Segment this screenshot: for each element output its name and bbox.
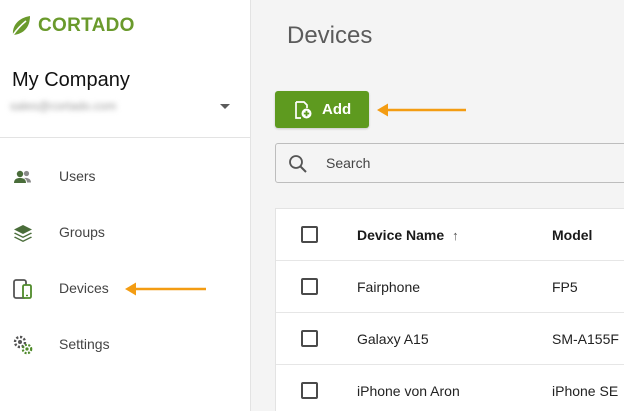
- main-content: Devices Add Device Name ↑ Model: [251, 0, 624, 411]
- logo[interactable]: CORTADO: [10, 10, 135, 42]
- devices-table: Device Name ↑ Model Fairphone FP5 Galaxy…: [275, 208, 624, 411]
- table-row[interactable]: Fairphone FP5: [276, 261, 624, 313]
- sidebar-item-groups[interactable]: Groups: [0, 212, 251, 252]
- select-all-checkbox[interactable]: [301, 226, 318, 243]
- sidebar: CORTADO My Company sales@cortado.com Use…: [0, 0, 251, 411]
- add-device-button[interactable]: Add: [275, 91, 369, 128]
- sidebar-item-label: Groups: [59, 224, 105, 240]
- row-checkbox[interactable]: [301, 278, 318, 295]
- row-checkbox[interactable]: [301, 330, 318, 347]
- annotation-arrow-left-icon: [125, 282, 206, 296]
- chevron-down-icon[interactable]: [220, 103, 230, 109]
- model-cell: FP5: [552, 279, 578, 295]
- model-cell: SM-A155F: [552, 331, 619, 347]
- table-row[interactable]: iPhone von Aron iPhone SE: [276, 365, 624, 411]
- devices-icon: [12, 278, 34, 300]
- row-checkbox[interactable]: [301, 382, 318, 399]
- column-header-label: Device Name: [357, 227, 445, 243]
- table-row[interactable]: Galaxy A15 SM-A155F: [276, 313, 624, 365]
- sidebar-item-label: Settings: [59, 336, 110, 352]
- sidebar-item-label: Users: [59, 168, 96, 184]
- search-icon: [289, 155, 307, 173]
- account-switcher[interactable]: sales@cortado.com: [10, 96, 232, 116]
- sidebar-item-label: Devices: [59, 280, 109, 296]
- model-cell: iPhone SE: [552, 383, 619, 399]
- brand-name: CORTADO: [38, 15, 135, 36]
- add-button-label: Add: [322, 101, 352, 118]
- leaf-logo-icon: [12, 16, 30, 36]
- column-header-model[interactable]: Model: [552, 227, 592, 243]
- company-name: My Company: [12, 69, 130, 91]
- column-header-device-name[interactable]: Device Name ↑: [357, 227, 459, 243]
- device-name-cell: Fairphone: [357, 279, 421, 295]
- account-email: sales@cortado.com: [10, 99, 117, 113]
- page-title: Devices: [287, 22, 373, 49]
- search-box: [275, 143, 624, 183]
- search-input[interactable]: [326, 144, 616, 182]
- layers-icon: [12, 222, 34, 244]
- add-device-icon: [295, 100, 312, 119]
- device-name-cell: iPhone von Aron: [357, 383, 460, 399]
- gears-icon: [12, 334, 34, 356]
- divider: [0, 137, 251, 138]
- users-icon: [12, 166, 34, 188]
- annotation-arrow-left-icon: [377, 103, 466, 117]
- sidebar-item-settings[interactable]: Settings: [0, 324, 251, 364]
- sidebar-item-users[interactable]: Users: [0, 156, 251, 196]
- table-header-row: Device Name ↑ Model: [276, 209, 624, 261]
- sort-ascending-icon: ↑: [452, 227, 459, 243]
- device-name-cell: Galaxy A15: [357, 331, 429, 347]
